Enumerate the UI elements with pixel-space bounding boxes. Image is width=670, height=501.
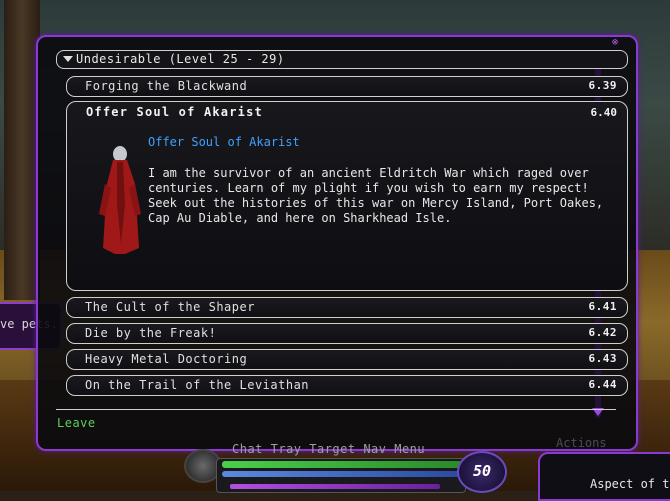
mission-number: 6.39 [588, 79, 617, 92]
background-pillar [4, 0, 40, 300]
window-close-icon[interactable]: ⊗ [612, 37, 618, 48]
mission-label: The Cult of the Shaper [85, 300, 255, 314]
power-label[interactable]: Aspect of th [590, 477, 670, 491]
hud-tab-labels[interactable]: Chat Tray Target Nav Menu [232, 442, 425, 456]
collapse-triangle-icon[interactable] [63, 56, 73, 62]
group-header[interactable]: Undesirable (Level 25 - 29) [56, 50, 628, 69]
mission-row[interactable]: Die by the Freak! 6.42 [66, 323, 628, 344]
health-bar [222, 461, 462, 468]
mission-row[interactable]: Forging the Blackwand 6.39 [66, 76, 628, 97]
mission-label: Heavy Metal Doctoring [85, 352, 248, 366]
window-divider [56, 409, 616, 410]
mission-label: On the Trail of the Leviathan [85, 378, 310, 392]
contact-portrait-icon [99, 146, 141, 254]
mission-label: Die by the Freak! [85, 326, 217, 340]
level-badge: 50 [457, 451, 507, 493]
mission-number: 6.41 [588, 300, 617, 313]
expanded-mission[interactable]: Offer Soul of Akarist 6.40 Offer Soul of… [66, 101, 628, 291]
level-number: 50 [472, 462, 492, 480]
expanded-mission-title: Offer Soul of Akarist [86, 105, 263, 119]
mission-row[interactable]: On the Trail of the Leviathan 6.44 [66, 375, 628, 396]
leave-button[interactable]: Leave [57, 416, 96, 430]
endurance-bar [222, 471, 462, 477]
mission-number: 6.42 [588, 326, 617, 339]
actions-label: Actions [556, 436, 607, 450]
expanded-mission-subtitle[interactable]: Offer Soul of Akarist [148, 135, 300, 149]
mission-row[interactable]: The Cult of the Shaper 6.41 [66, 297, 628, 318]
mission-number: 6.44 [588, 378, 617, 391]
mission-label: Forging the Blackwand [85, 79, 248, 93]
expanded-mission-number: 6.40 [590, 106, 618, 119]
group-header-label: Undesirable (Level 25 - 29) [76, 52, 285, 66]
mission-row[interactable]: Heavy Metal Doctoring 6.43 [66, 349, 628, 370]
expanded-mission-description: I am the survivor of an ancient Eldritch… [148, 166, 604, 225]
experience-bar [230, 484, 440, 489]
mission-number: 6.43 [588, 352, 617, 365]
